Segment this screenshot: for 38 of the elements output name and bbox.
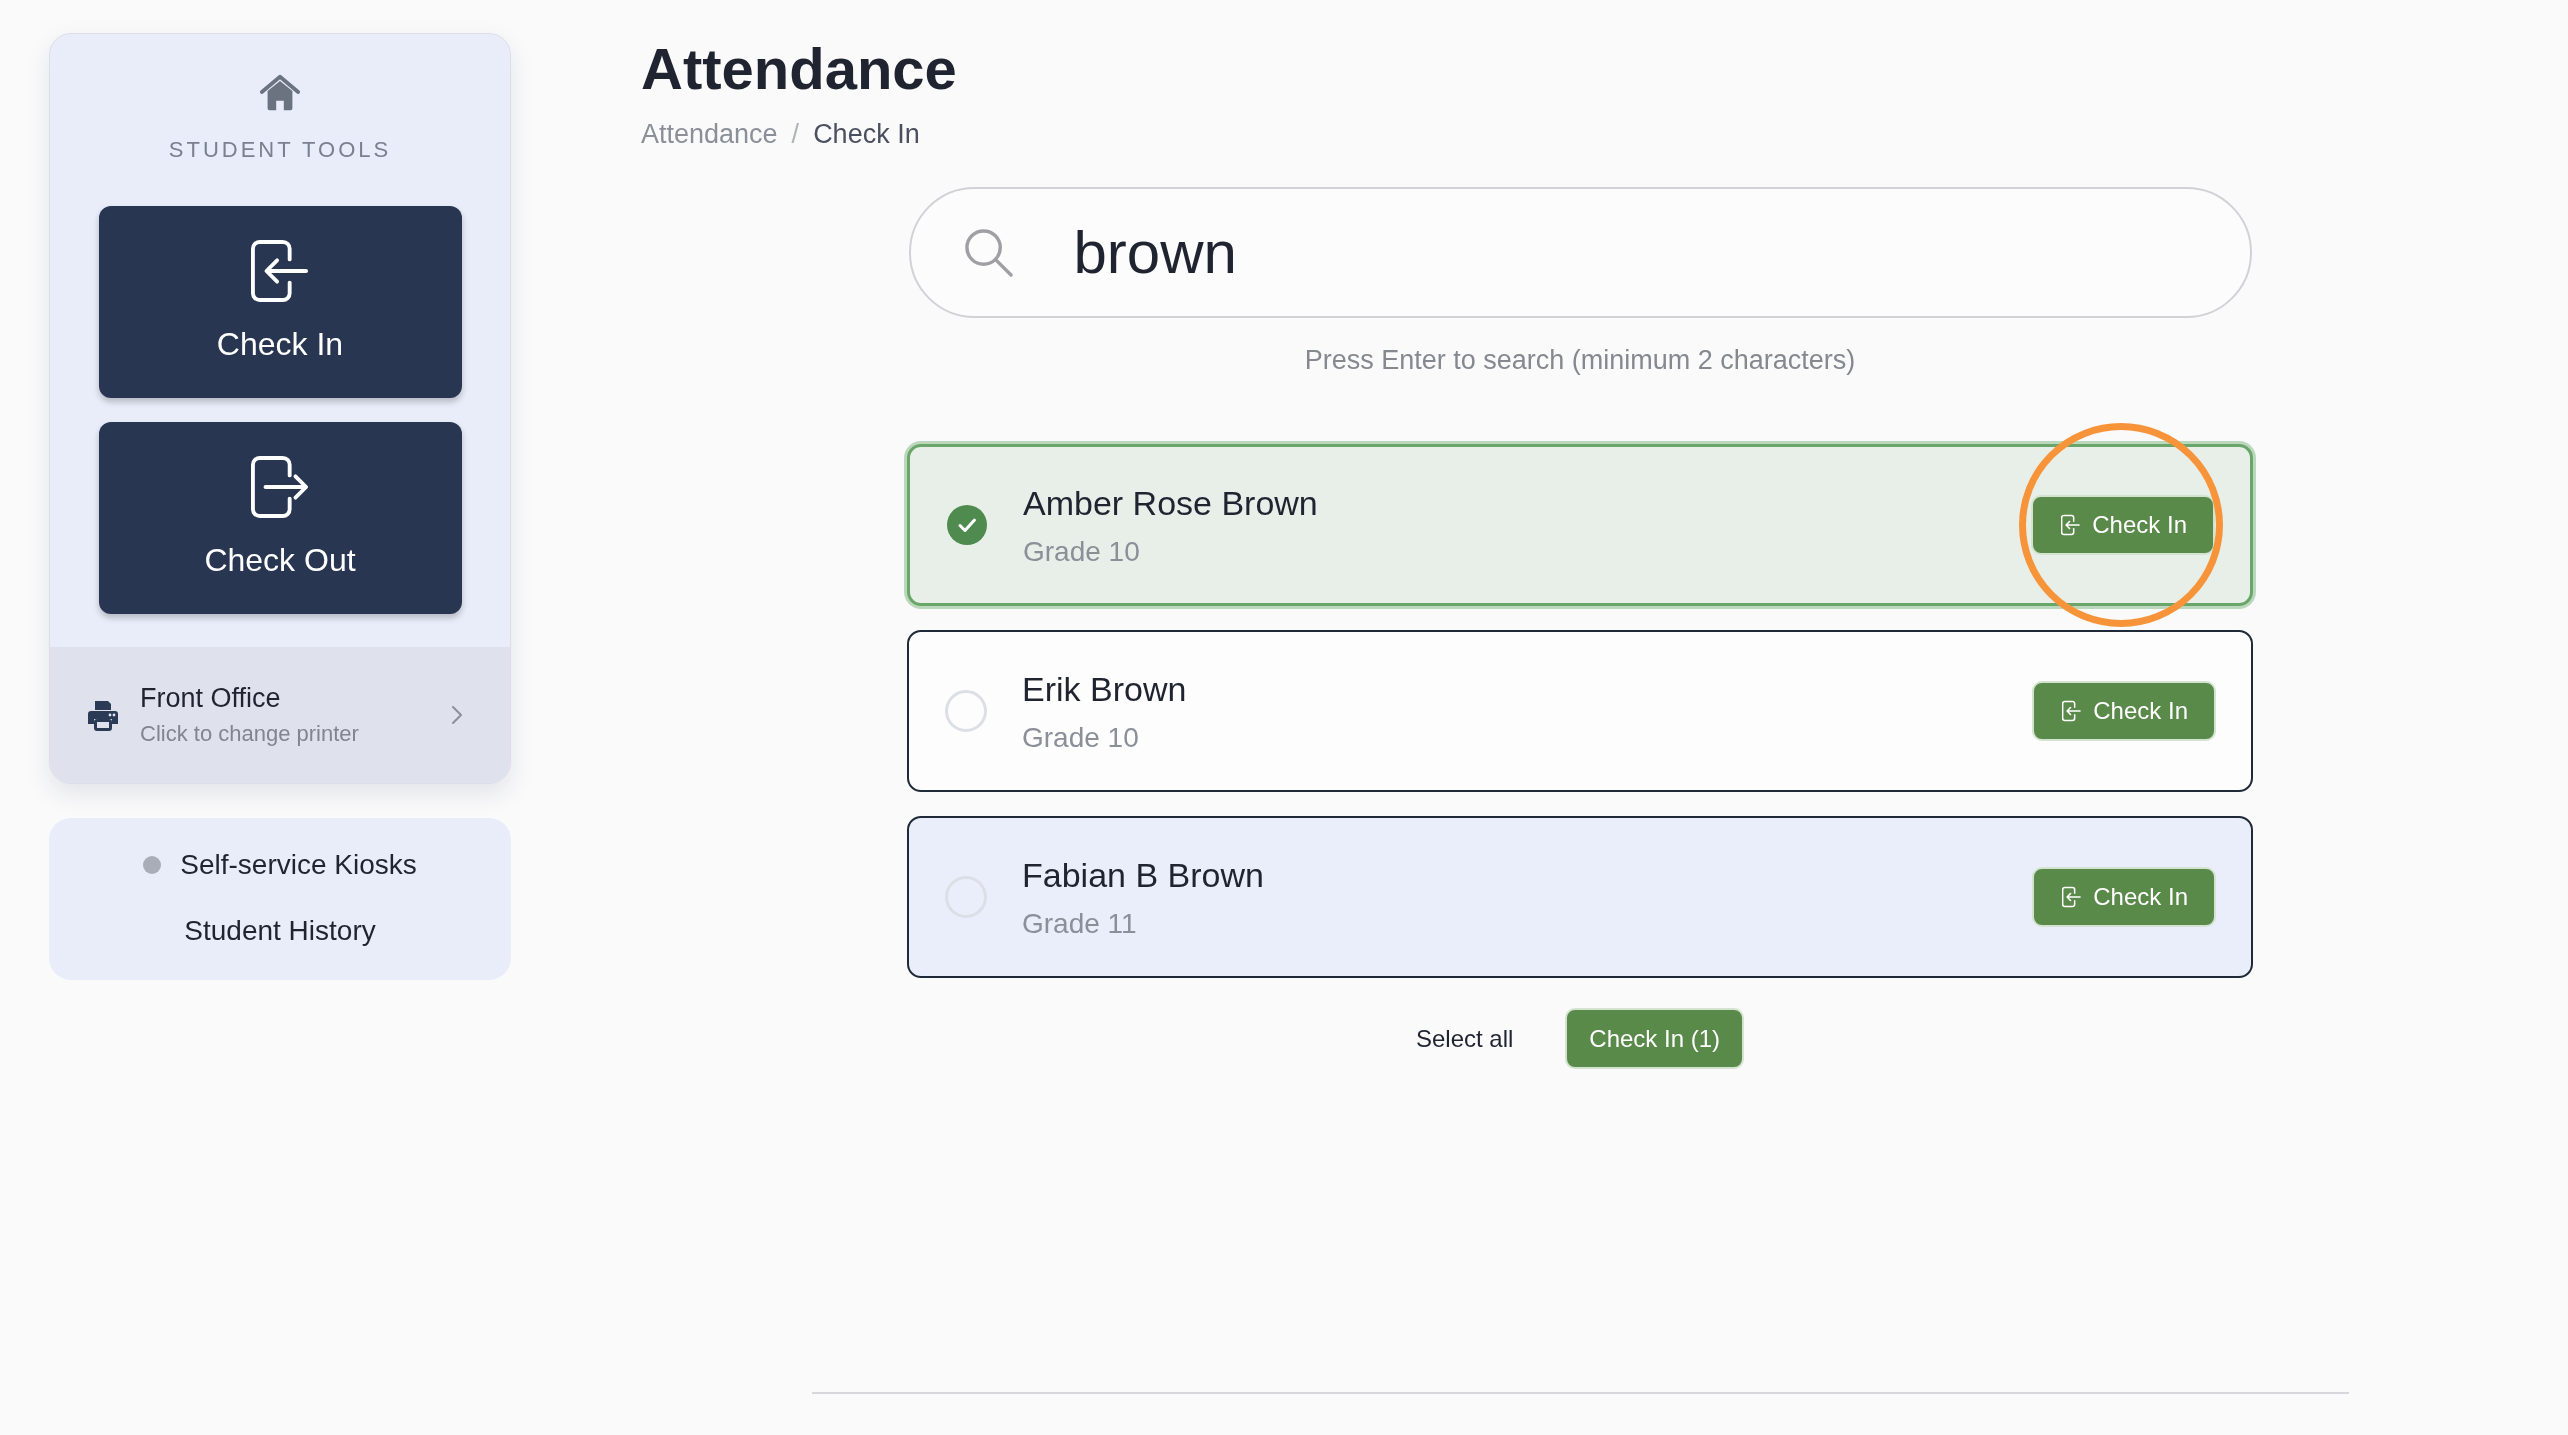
check-in-button[interactable]: Check In (2031, 495, 2215, 555)
printer-hint: Click to change printer (140, 720, 359, 748)
check-in-selected-button[interactable]: Check In (1) (1565, 1008, 1745, 1069)
chevron-right-icon (451, 705, 463, 725)
home-icon[interactable] (259, 73, 301, 113)
printer-icon (87, 699, 119, 731)
sign-in-icon (251, 240, 309, 302)
student-name: Fabian B Brown (1022, 855, 1264, 896)
select-all-button[interactable]: Select all (1415, 1024, 1514, 1053)
check-in-button[interactable]: Check In (98, 206, 462, 398)
search-icon (962, 227, 1014, 278)
student-grade: Grade 10 (1023, 535, 1140, 569)
check-out-button[interactable]: Check Out (98, 422, 462, 614)
printer-selector[interactable]: Front Office Click to change printer (50, 647, 510, 783)
search-hint: Press Enter to search (minimum 2 characters) (1304, 344, 1856, 376)
student-name: Amber Rose Brown (1023, 483, 1318, 524)
student-name: Erik Brown (1022, 669, 1187, 710)
sign-in-icon (2062, 699, 2082, 723)
student-row[interactable]: Fabian B Brown Grade 11 Check In (907, 816, 2253, 978)
status-dot-icon (143, 856, 162, 874)
sign-in-icon (2061, 513, 2081, 537)
breadcrumb-separator: / (791, 118, 800, 150)
section-heading: STUDENT TOOLS (168, 136, 392, 164)
student-grade: Grade 10 (1022, 721, 1139, 755)
sign-out-icon (251, 456, 309, 518)
checked-circle-icon[interactable] (946, 504, 988, 546)
check-in-button[interactable]: Check In (2032, 867, 2216, 927)
breadcrumb-current: Check In (813, 118, 920, 150)
unchecked-circle-icon[interactable] (945, 690, 987, 732)
check-in-button[interactable]: Check In (2032, 681, 2216, 741)
printer-name: Front Office (140, 682, 281, 714)
sidebar-link[interactable]: Student History (184, 913, 376, 949)
student-row[interactable]: Erik Brown Grade 10 Check In (907, 630, 2253, 792)
student-grade: Grade 11 (1022, 907, 1137, 941)
sidebar-link[interactable]: Self-service Kiosks (143, 847, 417, 883)
page-title: Attendance (641, 35, 957, 103)
sign-in-icon (2062, 885, 2082, 909)
search-field[interactable]: brown (908, 187, 2252, 318)
